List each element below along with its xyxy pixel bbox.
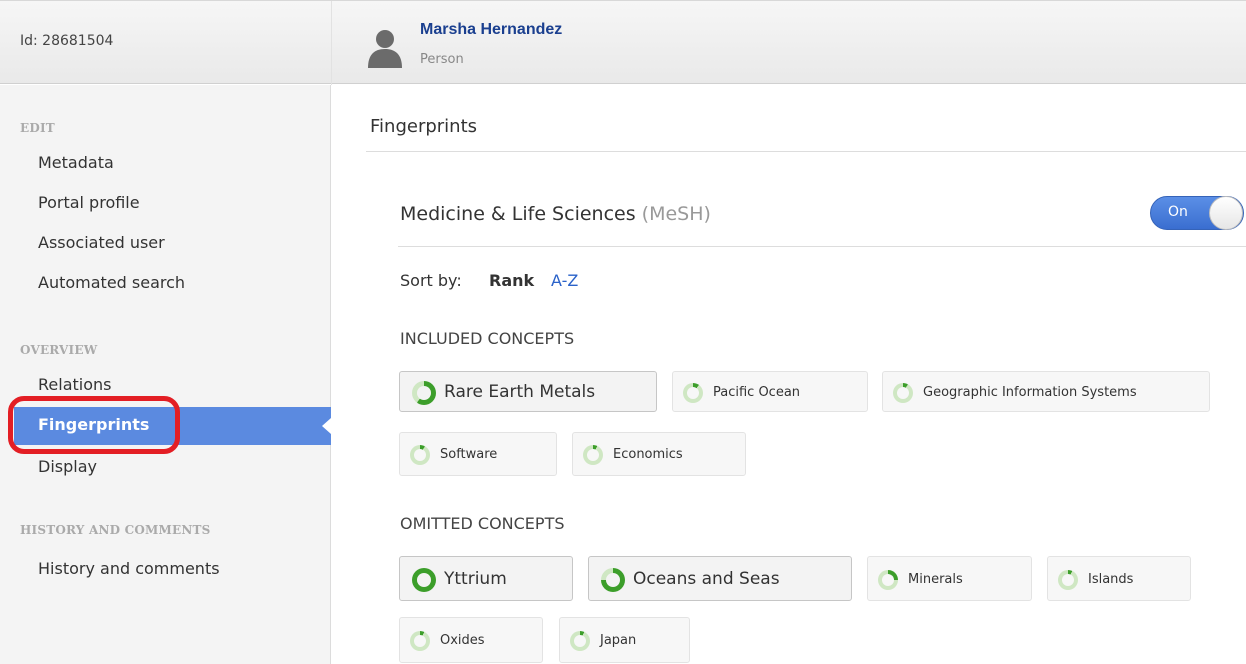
person-icon — [368, 30, 402, 68]
concept-label: Oceans and Seas — [633, 569, 780, 589]
concept-label: Geographic Information Systems — [923, 385, 1137, 400]
header-divider — [331, 1, 332, 85]
concept-label: Rare Earth Metals — [444, 382, 596, 402]
concept-chip[interactable]: Oxides — [399, 617, 543, 663]
active-indicator — [322, 418, 331, 434]
sidebar-item-display[interactable]: Display — [38, 457, 97, 476]
concept-weight-icon — [583, 445, 603, 465]
concept-chip[interactable]: Minerals — [867, 556, 1032, 601]
concept-label: Islands — [1088, 572, 1134, 587]
page-title: Fingerprints — [370, 116, 478, 137]
sidebar-item-history-and-comments[interactable]: History and comments — [38, 559, 220, 578]
concept-weight-icon — [1058, 570, 1078, 590]
concept-label: Pacific Ocean — [713, 385, 801, 400]
concept-label: Oxides — [440, 633, 485, 648]
sidebar-heading-edit: EDIT — [20, 121, 55, 135]
sidebar-item-relations[interactable]: Relations — [38, 375, 111, 394]
person-type: Person — [420, 52, 464, 67]
omitted-concepts-heading: OMITTED CONCEPTS — [400, 514, 565, 533]
concept-chip[interactable]: Oceans and Seas — [588, 556, 852, 601]
concept-label: Economics — [613, 447, 683, 462]
concept-label: Yttrium — [444, 569, 507, 589]
concept-chip[interactable]: Islands — [1047, 556, 1191, 601]
sidebar-item-associated-user[interactable]: Associated user — [38, 233, 165, 252]
concept-chip[interactable]: Yttrium — [399, 556, 573, 601]
sidebar-item-automated-search[interactable]: Automated search — [38, 273, 185, 292]
record-id: Id: 28681504 — [20, 33, 114, 49]
sidebar-heading-history: HISTORY AND COMMENTS — [20, 523, 211, 537]
concept-chip[interactable]: Geographic Information Systems — [882, 371, 1210, 412]
concept-chip[interactable]: Japan — [559, 617, 690, 663]
person-name[interactable]: Marsha Hernandez — [420, 21, 562, 39]
concept-weight-icon — [410, 445, 430, 465]
concept-weight-icon — [878, 570, 898, 590]
fingerprint-section-title: Medicine & Life Sciences (MeSH) — [400, 203, 711, 225]
concept-weight-icon — [570, 631, 590, 651]
concept-label: Software — [440, 447, 498, 462]
section-title-text: Medicine & Life Sciences — [400, 203, 636, 225]
sort-label: Sort by: — [400, 271, 462, 290]
concept-weight-icon — [410, 631, 430, 651]
record-header: Id: 28681504 Marsha Hernandez Person — [0, 0, 1246, 85]
sidebar-item-label: Fingerprints — [38, 415, 150, 434]
sidebar-item-fingerprints[interactable]: Fingerprints — [14, 407, 331, 445]
section-subtitle: (MeSH) — [641, 203, 711, 225]
sidebar-item-metadata[interactable]: Metadata — [38, 153, 114, 172]
section-toggle[interactable]: On — [1150, 196, 1244, 230]
toggle-label: On — [1168, 204, 1188, 220]
sort-option-rank[interactable]: Rank — [489, 271, 534, 290]
concept-label: Japan — [600, 633, 637, 648]
concept-chip[interactable]: Rare Earth Metals — [399, 371, 657, 412]
concept-weight-icon — [412, 568, 436, 592]
concept-label: Minerals — [908, 572, 963, 587]
sidebar-heading-overview: OVERVIEW — [20, 343, 98, 357]
divider — [366, 151, 1246, 152]
concept-chip[interactable]: Economics — [572, 432, 746, 476]
concept-chip[interactable]: Software — [399, 432, 557, 476]
sort-option-a-z[interactable]: A-Z — [551, 271, 578, 290]
concept-chip[interactable]: Pacific Ocean — [672, 371, 868, 412]
concept-weight-icon — [601, 568, 625, 592]
divider — [398, 246, 1246, 247]
concept-weight-icon — [412, 381, 436, 405]
included-concepts-heading: INCLUDED CONCEPTS — [400, 329, 575, 348]
sidebar-item-portal-profile[interactable]: Portal profile — [38, 193, 140, 212]
concept-weight-icon — [893, 383, 913, 403]
concept-weight-icon — [683, 383, 703, 403]
toggle-knob[interactable] — [1209, 196, 1243, 230]
